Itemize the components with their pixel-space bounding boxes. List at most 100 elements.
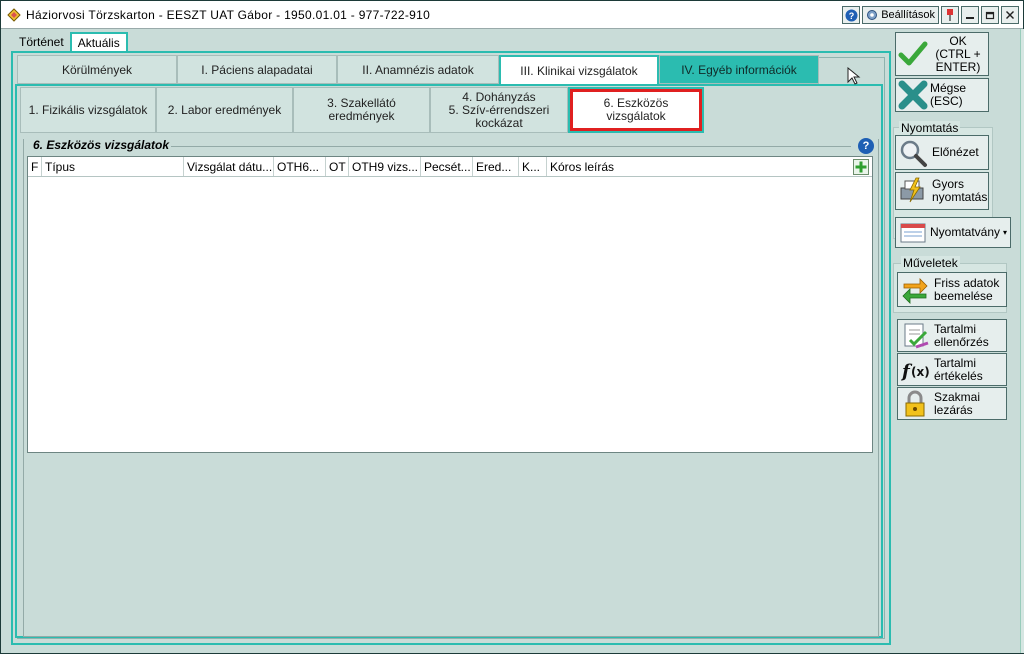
pin-icon <box>947 9 953 21</box>
main-tabs: Körülmények I. Páciens alapadatai II. An… <box>17 55 883 84</box>
content-check-line1: Tartalmi <box>934 321 977 336</box>
col-k[interactable]: K... <box>519 157 547 176</box>
tab-anamnesis-data[interactable]: II. Anamnézis adatok <box>337 55 499 84</box>
tab-physical-exams[interactable]: 1. Fizikális vizsgálatok <box>20 87 156 133</box>
tab-clinical-examinations[interactable]: III. Klinikai vizsgálatok <box>499 55 659 84</box>
fresh-data-import-button[interactable]: Friss adatok beemelése <box>897 272 1007 307</box>
fresh-line1: Friss adatok <box>934 275 1000 290</box>
close-icon <box>1006 11 1014 19</box>
form-print-dropdown[interactable]: Nyomtatvány ▾ <box>895 217 1011 248</box>
exams-grid[interactable]: F Típus Vizsgálat dátu... OTH6... OT OTH… <box>27 156 873 453</box>
window-title: Háziorvosi Törzskarton - EESZT UAT Gábor… <box>26 8 431 22</box>
ok-line3: ENTER) <box>935 59 981 74</box>
sub-tabs: 1. Fizikális vizsgálatok 2. Labor eredmé… <box>20 87 704 133</box>
chevron-down-icon: ▾ <box>1003 228 1008 237</box>
app-logo-icon <box>7 8 21 22</box>
col-exam-date[interactable]: Vizsgálat dátu... <box>184 157 274 176</box>
svg-text:(x): (x) <box>911 365 930 379</box>
title-bar: Háziorvosi Törzskarton - EESZT UAT Gábor… <box>1 1 1023 29</box>
settings-button[interactable]: Beállítások <box>862 6 939 24</box>
col-oth9[interactable]: OTH9 vizs... <box>349 157 421 176</box>
fresh-line2: beemelése <box>934 288 993 303</box>
col-type[interactable]: Típus <box>42 157 184 176</box>
quick-print-button[interactable]: Gyors nyomtatás <box>895 172 989 210</box>
content-evaluation-button[interactable]: f (x) Tartalmi értékelés <box>897 353 1007 386</box>
close-button[interactable] <box>1001 6 1019 24</box>
content-evaluation-label: Tartalmi értékelés <box>934 355 983 383</box>
section-help-icon[interactable]: ? <box>858 138 874 154</box>
checkmark-icon <box>898 41 928 66</box>
lock-icon <box>905 390 925 416</box>
print-section-label: Nyomtatás <box>899 121 961 135</box>
tab-instrumental-exams[interactable]: 6. Eszközös vizsgálatok <box>568 87 704 133</box>
close-line1: Szakmai <box>934 389 981 404</box>
tab-smoking-line1: 4. Dohányzás <box>462 89 536 104</box>
highlight-box: 6. Eszközös vizsgálatok <box>570 89 702 131</box>
fresh-data-label: Friss adatok beemelése <box>934 275 1000 303</box>
action-sidebar: OK (CTRL + ENTER) Mégse (ESC) Nyomtatás … <box>893 29 1019 653</box>
ok-line2: (CTRL + <box>935 46 981 61</box>
col-ot[interactable]: OT <box>326 157 349 176</box>
content-check-line2: ellenőrzés <box>934 334 989 349</box>
content-check-button[interactable]: Tartalmi ellenőrzés <box>897 319 1007 352</box>
tab-specialist-results[interactable]: 3. Szakellátó eredmények <box>293 87 430 133</box>
quick-print-line2: nyomtatás <box>932 190 988 204</box>
magnifier-icon <box>900 140 927 167</box>
help-icon: ? <box>845 9 858 21</box>
col-result[interactable]: Ered... <box>473 157 519 176</box>
form-print-icon <box>900 223 926 242</box>
top-tabs: Történet Aktuális <box>13 32 128 52</box>
printer-lightning-icon <box>900 177 924 203</box>
tab-smoking-cardiovascular-risk[interactable]: 4. Dohányzás 5. Szív-érrendszeri kockáza… <box>430 87 568 133</box>
ok-line1: OK <box>949 33 967 48</box>
tab-instrumental-exams-label: 6. Eszközös vizsgálatok <box>603 96 669 123</box>
minimize-button[interactable] <box>961 6 979 24</box>
tab-history[interactable]: Történet <box>13 32 70 52</box>
refresh-arrows-icon <box>902 277 928 304</box>
window-right-edge <box>1020 29 1024 653</box>
section-title: 6. Eszközös vizsgálatok <box>33 138 170 152</box>
content-check-label: Tartalmi ellenőrzés <box>934 321 989 349</box>
add-row-icon[interactable] <box>853 159 869 175</box>
title-controls: ? Beállítások <box>842 6 1019 24</box>
preview-button[interactable]: Előnézet <box>895 135 989 170</box>
preview-label: Előnézet <box>932 145 979 159</box>
app-window: Háziorvosi Törzskarton - EESZT UAT Gábor… <box>0 0 1024 654</box>
tab-patient-basic-data[interactable]: I. Páciens alapadatai <box>177 55 337 84</box>
col-oth6[interactable]: OTH6... <box>274 157 326 176</box>
minimize-icon <box>966 17 974 19</box>
tab-lab-results[interactable]: 2. Labor eredmények <box>156 87 293 133</box>
col-stamp[interactable]: Pecsét... <box>421 157 473 176</box>
cancel-label: Mégse (ESC) <box>930 82 966 108</box>
quick-print-label: Gyors nyomtatás <box>932 178 987 204</box>
help-button[interactable]: ? <box>842 6 861 24</box>
mouse-cursor-icon <box>847 67 861 85</box>
professional-close-label: Szakmai lezárás <box>934 389 981 417</box>
ok-label: OK (CTRL + ENTER) <box>928 33 988 74</box>
tab-smoking-line2: 5. Szív-érrendszeri <box>448 102 550 117</box>
tab-smoking-line3: kockázat <box>475 115 523 130</box>
tab-circumstances[interactable]: Körülmények <box>17 55 177 84</box>
svg-text:?: ? <box>848 11 854 21</box>
form-print-label: Nyomtatvány <box>930 225 1001 239</box>
col-abnormal-description[interactable]: Kóros leírás <box>547 157 847 176</box>
professional-close-button[interactable]: Szakmai lezárás <box>897 387 1007 420</box>
cancel-line2: (ESC) <box>930 94 963 108</box>
settings-label: Beállítások <box>881 9 935 21</box>
pin-button[interactable] <box>941 6 959 24</box>
close-line2: lezárás <box>934 402 973 417</box>
content-eval-line1: Tartalmi <box>934 355 977 370</box>
restore-icon <box>985 11 995 20</box>
ok-button[interactable]: OK (CTRL + ENTER) <box>895 32 989 76</box>
tab-current[interactable]: Aktuális <box>69 32 128 52</box>
tab-other-information[interactable]: IV. Egyéb információk <box>659 55 819 84</box>
content-eval-line2: értékelés <box>934 368 983 383</box>
section-divider <box>171 146 851 147</box>
grid-header: F Típus Vizsgálat dátu... OTH6... OT OTH… <box>28 157 872 177</box>
function-icon: f (x) <box>900 361 930 382</box>
col-f[interactable]: F <box>28 157 42 176</box>
restore-button[interactable] <box>981 6 999 24</box>
operations-section-label: Műveletek <box>901 256 960 270</box>
checklist-icon <box>904 323 929 348</box>
cancel-button[interactable]: Mégse (ESC) <box>895 78 989 112</box>
